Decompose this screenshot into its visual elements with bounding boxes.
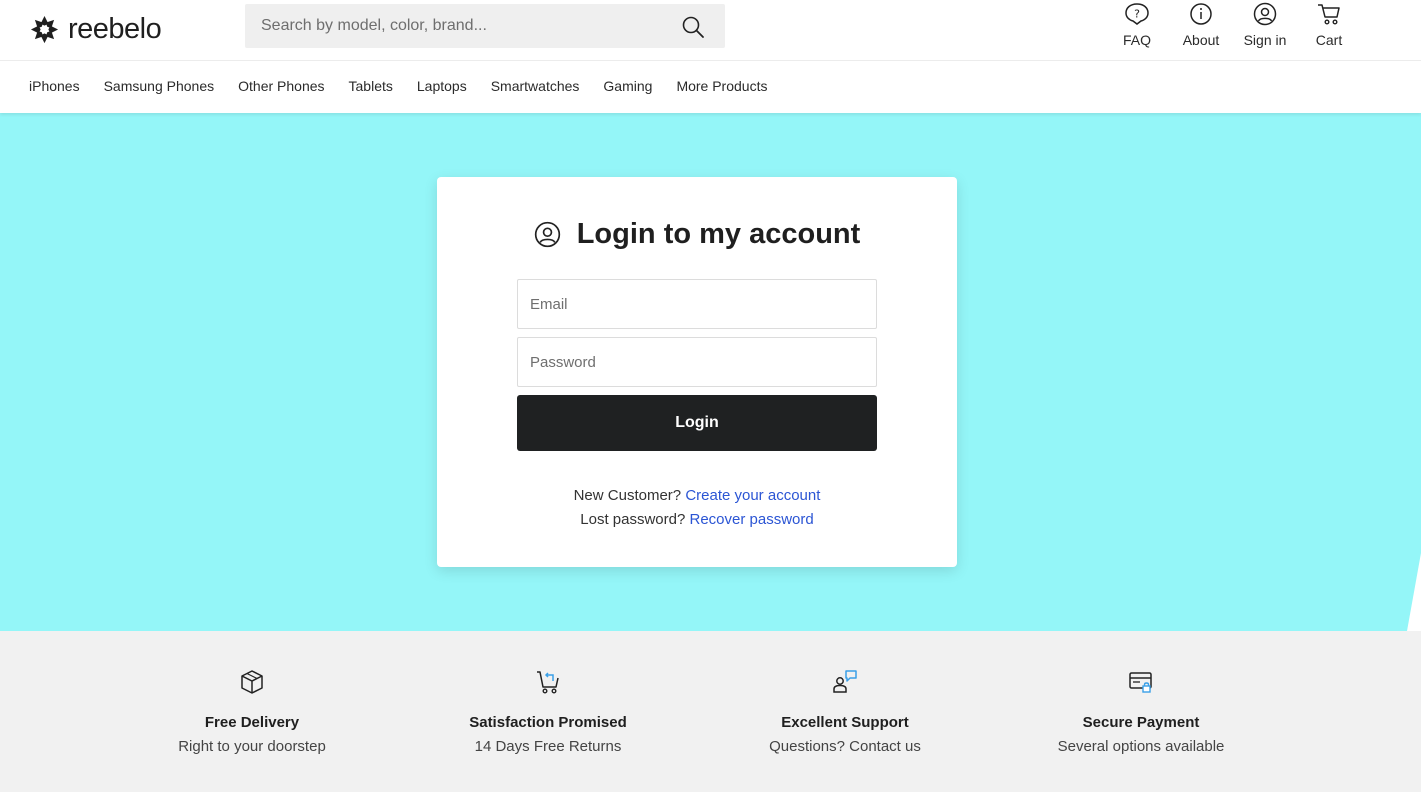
brand-logo[interactable]: reebelo <box>29 13 162 46</box>
login-title-row: Login to my account <box>437 218 957 251</box>
header-link-label: FAQ <box>1122 32 1151 48</box>
feature-subtitle: 14 Days Free Returns <box>474 738 622 755</box>
feature-subtitle: Right to your doorstep <box>178 738 326 755</box>
header-link-cart[interactable]: Cart <box>1297 2 1361 48</box>
search-input[interactable]: Search by model, color, brand... <box>245 4 725 48</box>
header-link-about[interactable]: About <box>1169 2 1233 48</box>
hero-decoration <box>1407 553 1421 631</box>
features-strip: Free Delivery Right to your doorstep Sat… <box>0 631 1421 792</box>
category-laptops[interactable]: Laptops <box>417 78 467 94</box>
header-nav: ? FAQ About Sign in Cart <box>1105 2 1361 48</box>
search-icon[interactable] <box>681 15 705 39</box>
user-circle-icon <box>1253 2 1277 26</box>
login-hero: Login to my account Email Password Login… <box>0 113 1421 631</box>
category-more-products[interactable]: More Products <box>676 78 767 94</box>
feature-title: Excellent Support <box>781 714 909 731</box>
category-nav: iPhones Samsung Phones Other Phones Tabl… <box>0 61 1421 113</box>
site-header: reebelo Search by model, color, brand...… <box>0 0 1421 61</box>
lost-password-text: Lost password? <box>580 511 686 528</box>
password-field[interactable]: Password <box>517 337 877 387</box>
email-field[interactable]: Email <box>517 279 877 329</box>
login-card: Login to my account Email Password Login… <box>437 177 957 567</box>
header-link-label: Cart <box>1315 32 1343 48</box>
reebelo-logo-icon <box>30 15 59 44</box>
category-gaming[interactable]: Gaming <box>603 78 652 94</box>
cart-icon <box>1318 4 1340 25</box>
header-link-faq[interactable]: ? FAQ <box>1105 2 1169 48</box>
login-button[interactable]: Login <box>517 395 877 451</box>
login-title: Login to my account <box>576 218 861 250</box>
feature-subtitle: Several options available <box>1057 738 1225 755</box>
category-samsung-phones[interactable]: Samsung Phones <box>104 78 215 94</box>
header-link-label: About <box>1182 32 1220 48</box>
email-placeholder: Email <box>530 296 568 313</box>
password-placeholder: Password <box>530 354 596 371</box>
secure-card-icon <box>1129 672 1152 693</box>
header-link-label: Sign in <box>1243 32 1287 48</box>
category-tablets[interactable]: Tablets <box>349 78 393 94</box>
category-iphones[interactable]: iPhones <box>29 78 80 94</box>
svg-text:?: ? <box>1134 8 1140 21</box>
brand-name: reebelo <box>68 13 162 45</box>
box-icon <box>241 670 263 694</box>
feature-title: Free Delivery <box>204 714 300 731</box>
faq-icon: ? <box>1125 3 1149 25</box>
info-icon <box>1190 3 1212 25</box>
account-links: New Customer? Create your account Lost p… <box>437 484 957 532</box>
search-placeholder: Search by model, color, brand... <box>261 17 487 34</box>
support-icon <box>833 670 857 693</box>
user-circle-icon <box>534 221 560 248</box>
cart-return-icon <box>537 671 559 694</box>
category-smartwatches[interactable]: Smartwatches <box>491 78 580 94</box>
feature-title: Satisfaction Promised <box>469 714 627 731</box>
new-customer-text: New Customer? <box>573 487 682 504</box>
feature-title: Secure Payment <box>1082 714 1200 731</box>
recover-password-link[interactable]: Recover password <box>690 511 814 528</box>
header-link-sign-in[interactable]: Sign in <box>1233 2 1297 48</box>
category-other-phones[interactable]: Other Phones <box>238 78 324 94</box>
create-account-link[interactable]: Create your account <box>685 487 820 504</box>
feature-subtitle: Questions? Contact us <box>769 738 921 755</box>
